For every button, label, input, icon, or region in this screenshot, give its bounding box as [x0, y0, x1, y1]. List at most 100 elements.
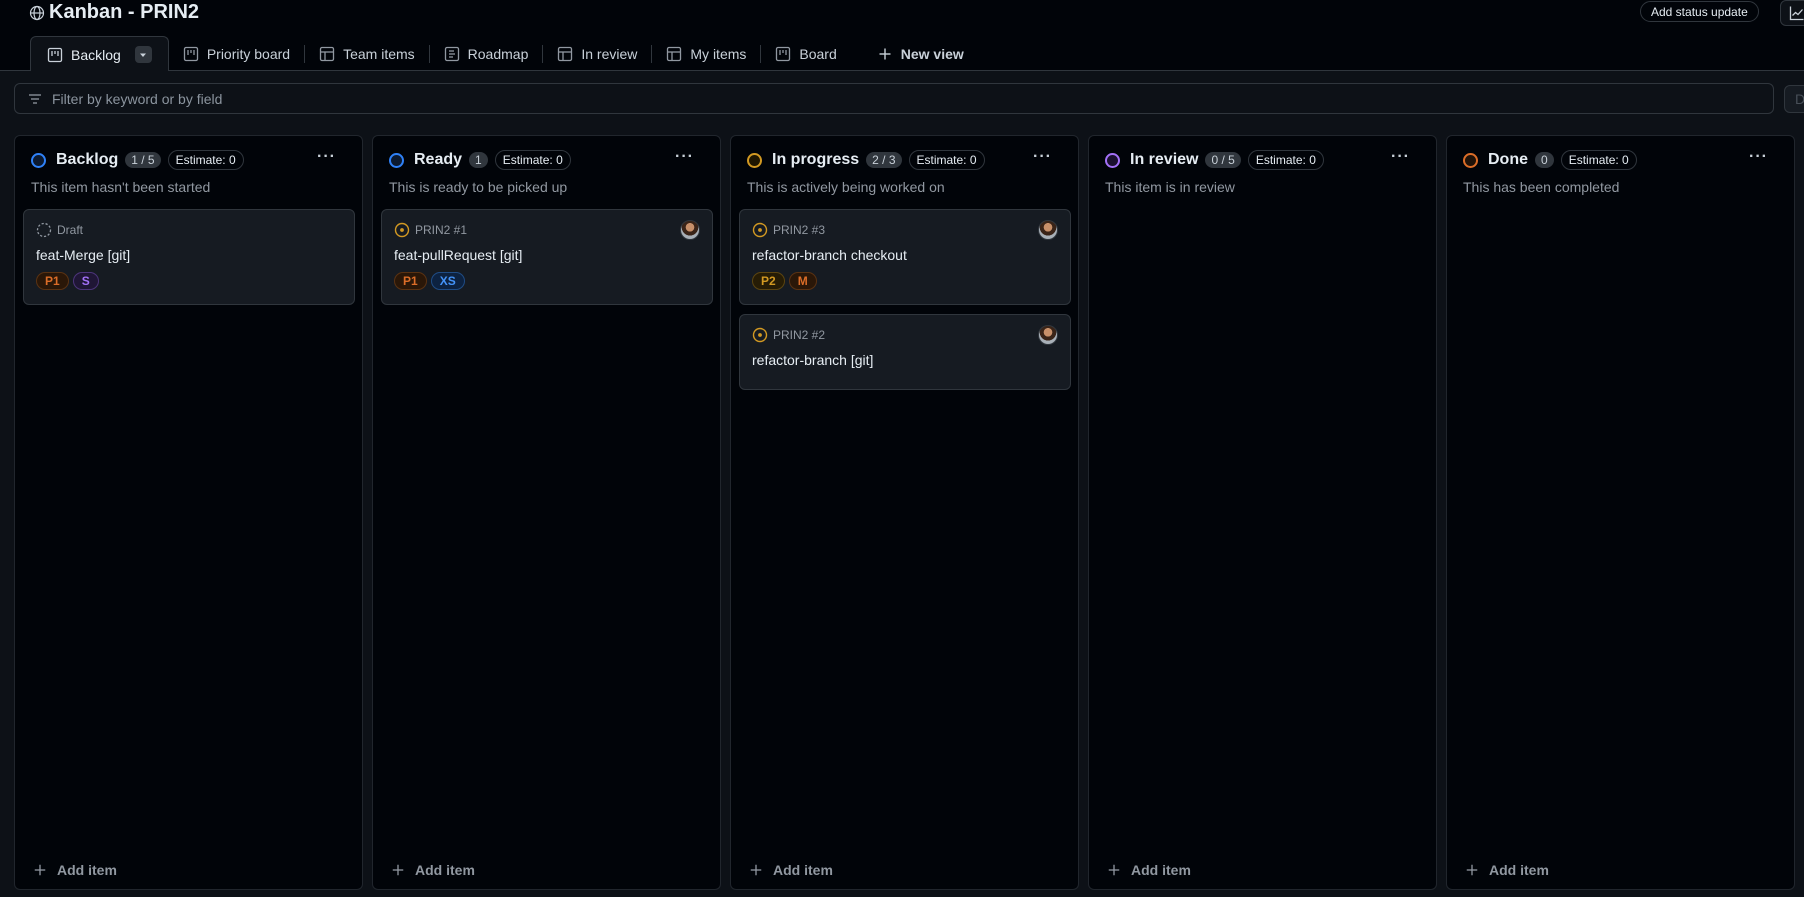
add-item-button[interactable]: Add item — [749, 862, 833, 878]
column-description: This is actively being worked on — [747, 179, 945, 195]
column-title: In review — [1130, 151, 1199, 168]
estimate-badge: Estimate: 0 — [494, 150, 571, 170]
column-title: Ready — [414, 151, 463, 168]
view-options-button[interactable] — [134, 46, 152, 63]
column-menu-button[interactable]: ··· — [1391, 148, 1410, 166]
status-circle-icon — [1105, 152, 1120, 168]
tab-backlog[interactable]: Backlog — [30, 36, 169, 72]
assignee-avatar[interactable] — [1038, 325, 1058, 345]
estimate-badge: Estimate: 0 — [167, 150, 244, 170]
add-status-update-button[interactable]: Add status update — [1640, 1, 1759, 22]
project-header: Kanban - PRIN2 Add status update Backlog… — [0, 0, 1804, 72]
column-description: This item hasn't been started — [31, 179, 211, 195]
status-circle-icon — [31, 152, 46, 168]
column-title: Backlog — [56, 151, 119, 168]
add-item-label: Add item — [1131, 862, 1191, 878]
card-meta: Draft — [36, 222, 83, 238]
item-card[interactable]: PRIN2 #2 refactor-branch [git] — [739, 314, 1071, 390]
discard-button[interactable]: Di — [1784, 85, 1804, 113]
estimate-badge: Estimate: 0 — [1247, 150, 1324, 170]
label-p1[interactable]: P1 — [36, 272, 69, 290]
column-header: Backlog 1 / 5 Estimate: 0 — [31, 150, 244, 170]
label-p2[interactable]: P2 — [752, 272, 785, 290]
estimate-badge: Estimate: 0 — [908, 150, 985, 170]
add-item-button[interactable]: Add item — [391, 862, 475, 878]
project-board-icon — [776, 46, 791, 61]
tab-label: Team items — [343, 45, 415, 62]
column-description: This is ready to be picked up — [389, 179, 568, 195]
card-labels: P2 M — [752, 272, 817, 290]
label-xs[interactable]: XS — [430, 272, 465, 290]
new-view-label: New view — [900, 45, 964, 62]
column-in-review: In review 0 / 5 Estimate: 0 ··· This ite… — [1088, 135, 1437, 890]
item-card[interactable]: PRIN2 #1 feat-pullRequest [git] P1 XS — [381, 209, 713, 305]
tab-board[interactable]: Board — [761, 36, 850, 71]
column-description: This has been completed — [1463, 179, 1620, 195]
card-meta: PRIN2 #3 — [752, 222, 825, 238]
add-item-button[interactable]: Add item — [1465, 862, 1549, 878]
label-p1[interactable]: P1 — [394, 272, 427, 290]
assignee-avatar[interactable] — [1038, 220, 1058, 240]
tab-priority-board[interactable]: Priority board — [169, 36, 304, 71]
status-circle-icon — [1463, 152, 1478, 168]
label-m[interactable]: M — [788, 272, 817, 290]
tab-my-items[interactable]: My items — [652, 36, 760, 71]
estimate-badge: Estimate: 0 — [1560, 150, 1637, 170]
kebab-horizontal-icon: ··· — [675, 148, 694, 165]
column-description: This item is in review — [1105, 179, 1235, 195]
new-view-button[interactable]: New view — [863, 36, 978, 71]
item-count-badge: 0 / 5 — [1205, 152, 1241, 168]
column-done: Done 0 Estimate: 0 ··· This has been com… — [1446, 135, 1795, 890]
column-menu-button[interactable]: ··· — [1033, 148, 1052, 166]
tab-team-items[interactable]: Team items — [305, 36, 429, 71]
plus-icon — [750, 864, 762, 876]
issue-opened-icon — [394, 222, 410, 238]
card-reference[interactable]: PRIN2 #3 — [773, 223, 825, 237]
filter-placeholder: Filter by keyword or by field — [52, 90, 223, 107]
item-card[interactable]: PRIN2 #3 refactor-branch checkout P2 M — [739, 209, 1071, 305]
issue-opened-icon — [752, 222, 768, 238]
table-icon — [319, 46, 335, 61]
card-title[interactable]: refactor-branch [git] — [752, 352, 873, 368]
add-item-button[interactable]: Add item — [1107, 862, 1191, 878]
column-header: In progress 2 / 3 Estimate: 0 — [747, 150, 985, 170]
card-title[interactable]: refactor-branch checkout — [752, 247, 907, 263]
card-meta: PRIN2 #2 — [752, 327, 825, 343]
add-item-label: Add item — [415, 862, 475, 878]
table-icon — [667, 46, 682, 61]
card-title[interactable]: feat-pullRequest [git] — [394, 247, 522, 263]
table-icon — [558, 46, 573, 61]
plus-icon — [392, 864, 404, 876]
roadmap-icon — [444, 46, 459, 61]
issue-opened-icon — [752, 327, 768, 343]
card-reference[interactable]: PRIN2 #2 — [773, 328, 825, 342]
item-card[interactable]: Draft feat-Merge [git] P1 S — [23, 209, 355, 305]
triangle-down-icon — [140, 53, 147, 57]
status-circle-icon — [389, 152, 404, 168]
add-item-button[interactable]: Add item — [33, 862, 117, 878]
kebab-horizontal-icon: ··· — [1391, 148, 1410, 165]
tab-roadmap[interactable]: Roadmap — [430, 36, 543, 71]
column-header: In review 0 / 5 Estimate: 0 — [1105, 150, 1324, 170]
column-menu-button[interactable]: ··· — [1749, 148, 1768, 166]
column-ready: Ready 1 Estimate: 0 ··· This is ready to… — [372, 135, 721, 890]
item-count-badge: 1 — [469, 152, 488, 168]
add-item-label: Add item — [773, 862, 833, 878]
tab-in-review[interactable]: In review — [543, 36, 651, 71]
status-circle-icon — [747, 152, 762, 168]
card-title[interactable]: feat-Merge [git] — [36, 247, 130, 263]
column-menu-button[interactable]: ··· — [675, 148, 694, 166]
draft-issue-icon — [36, 222, 52, 238]
card-reference[interactable]: PRIN2 #1 — [415, 223, 467, 237]
label-s[interactable]: S — [72, 272, 99, 290]
tab-label: Roadmap — [467, 45, 529, 62]
column-header: Ready 1 Estimate: 0 — [389, 150, 571, 170]
column-menu-button[interactable]: ··· — [317, 148, 336, 166]
assignee-avatar[interactable] — [680, 220, 700, 240]
tab-label: Board — [799, 45, 837, 62]
column-backlog: Backlog 1 / 5 Estimate: 0 ··· This item … — [14, 135, 363, 890]
item-count-badge: 1 / 5 — [125, 152, 161, 168]
filter-input[interactable]: Filter by keyword or by field — [14, 83, 1774, 114]
insights-button[interactable] — [1780, 0, 1804, 26]
tab-label: My items — [690, 45, 747, 62]
